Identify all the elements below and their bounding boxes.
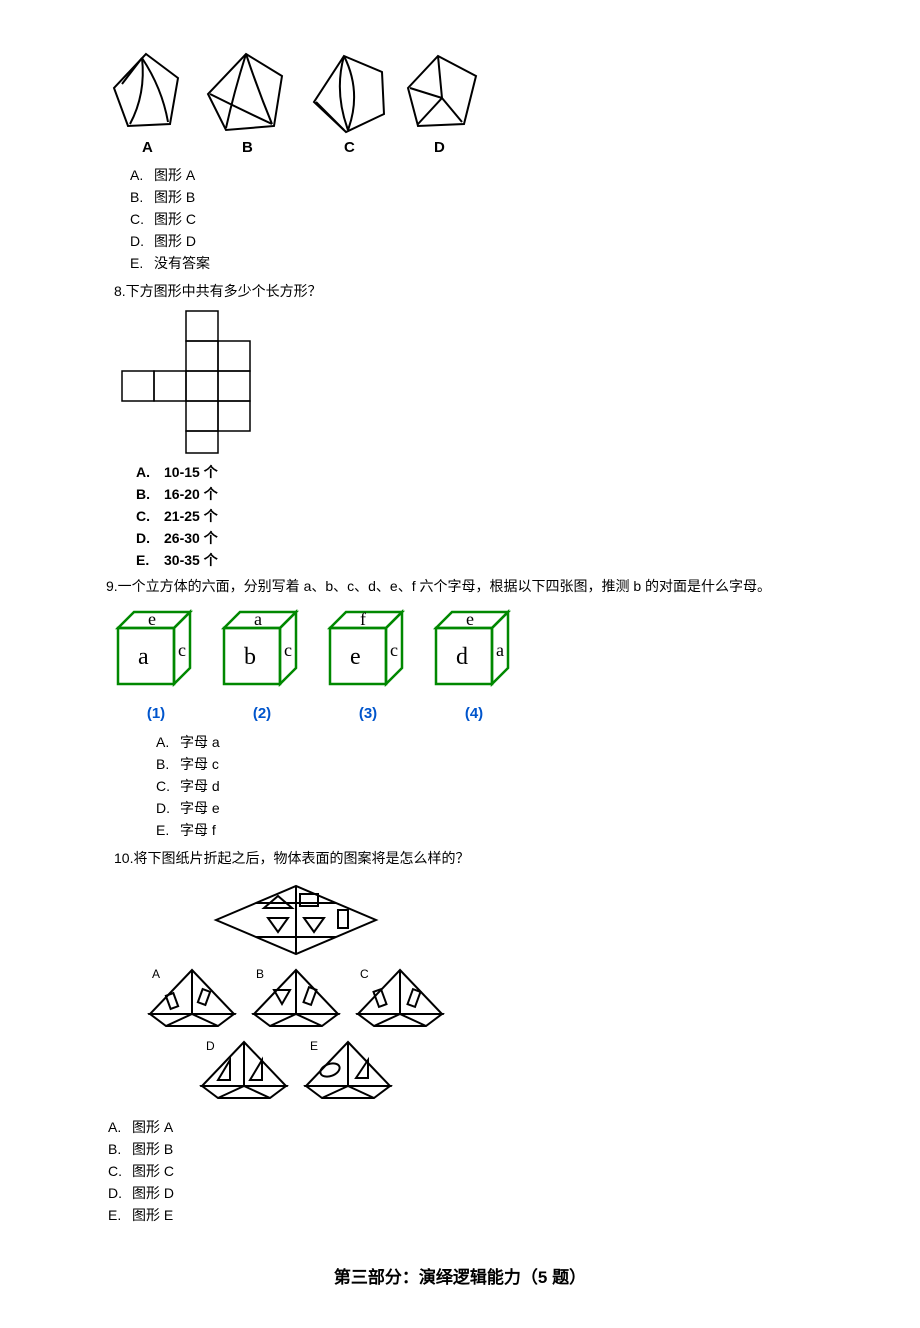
q7-option-c[interactable]: C.图形 C bbox=[130, 209, 820, 229]
q9-option-d[interactable]: D.字母 e bbox=[156, 798, 820, 818]
q10-text: 10.将下图纸片折起之后，物体表面的图案将是怎么样的？ bbox=[114, 848, 820, 868]
svg-text:b: b bbox=[244, 644, 256, 670]
q9-cube-1: e a c (1) bbox=[114, 608, 198, 722]
q8-text: 8.下方图形中共有多少个长方形？ bbox=[114, 281, 820, 301]
svg-text:a: a bbox=[496, 640, 504, 660]
q10-option-a[interactable]: A.图形 A bbox=[108, 1117, 820, 1137]
q8-option-e[interactable]: E.30-35 个 bbox=[136, 550, 820, 570]
svg-text:d: d bbox=[456, 644, 468, 670]
section-title: 第三部分：演绎逻辑能力（5 题） bbox=[100, 1263, 820, 1288]
q8-option-b[interactable]: B.16-20 个 bbox=[136, 484, 820, 504]
svg-text:c: c bbox=[178, 640, 186, 660]
q9-cubes-figure: e a c (1) a b c (2) bbox=[114, 608, 820, 722]
q7-label-d: D bbox=[434, 139, 445, 156]
q9-cube-2: a b c (2) bbox=[220, 608, 304, 722]
svg-text:c: c bbox=[284, 640, 292, 660]
q10-label-b: B bbox=[256, 967, 264, 981]
q10-folding-figure: A B C D E bbox=[128, 878, 820, 1111]
svg-text:f: f bbox=[360, 609, 366, 629]
q10-label-a: A bbox=[152, 967, 160, 981]
q7-option-b[interactable]: B.图形 B bbox=[130, 187, 820, 207]
q10-option-b[interactable]: B.图形 B bbox=[108, 1139, 820, 1159]
svg-text:e: e bbox=[466, 609, 474, 629]
q9-cube-3: f e c (3) bbox=[326, 608, 410, 722]
q9-option-b[interactable]: B.字母 c bbox=[156, 754, 820, 774]
q7-label-c: C bbox=[344, 139, 355, 156]
q9-options: A.字母 a B.字母 c C.字母 d D.字母 e E.字母 f bbox=[156, 732, 820, 840]
svg-text:e: e bbox=[148, 609, 156, 629]
q9-cube-4: e d a (4) bbox=[432, 608, 516, 722]
q7-option-e[interactable]: E.没有答案 bbox=[130, 253, 820, 273]
svg-text:a: a bbox=[138, 644, 149, 670]
q7-shapes-figure: A B C D bbox=[108, 48, 820, 161]
q9-option-e[interactable]: E.字母 f bbox=[156, 820, 820, 840]
q10-label-c: C bbox=[360, 967, 369, 981]
q9-text: 9.一个立方体的六面，分别写着 a、b、c、d、e、f 六个字母，根据以下四张图… bbox=[106, 576, 820, 596]
q7-options: A.图形 A B.图形 B C.图形 C D.图形 D E.没有答案 bbox=[130, 165, 820, 273]
q9-option-c[interactable]: C.字母 d bbox=[156, 776, 820, 796]
q10-label-e: E bbox=[310, 1039, 318, 1053]
q8-option-a[interactable]: A.10-15 个 bbox=[136, 462, 820, 482]
svg-text:a: a bbox=[254, 609, 262, 629]
svg-text:e: e bbox=[350, 644, 361, 670]
q7-label-b: B bbox=[242, 139, 253, 156]
q8-option-c[interactable]: C.21-25 个 bbox=[136, 506, 820, 526]
q10-option-d[interactable]: D.图形 D bbox=[108, 1183, 820, 1203]
q7-option-d[interactable]: D.图形 D bbox=[130, 231, 820, 251]
q7-label-a: A bbox=[142, 139, 153, 156]
q8-option-d[interactable]: D.26-30 个 bbox=[136, 528, 820, 548]
q9-option-a[interactable]: A.字母 a bbox=[156, 732, 820, 752]
q8-options: A.10-15 个 B.16-20 个 C.21-25 个 D.26-30 个 … bbox=[136, 462, 820, 570]
q10-options: A.图形 A B.图形 B C.图形 C D.图形 D E.图形 E bbox=[108, 1117, 820, 1225]
q7-option-a[interactable]: A.图形 A bbox=[130, 165, 820, 185]
q8-rectangles-figure bbox=[114, 307, 820, 460]
q10-option-c[interactable]: C.图形 C bbox=[108, 1161, 820, 1181]
svg-text:c: c bbox=[390, 640, 398, 660]
q10-label-d: D bbox=[206, 1039, 215, 1053]
q10-option-e[interactable]: E.图形 E bbox=[108, 1205, 820, 1225]
